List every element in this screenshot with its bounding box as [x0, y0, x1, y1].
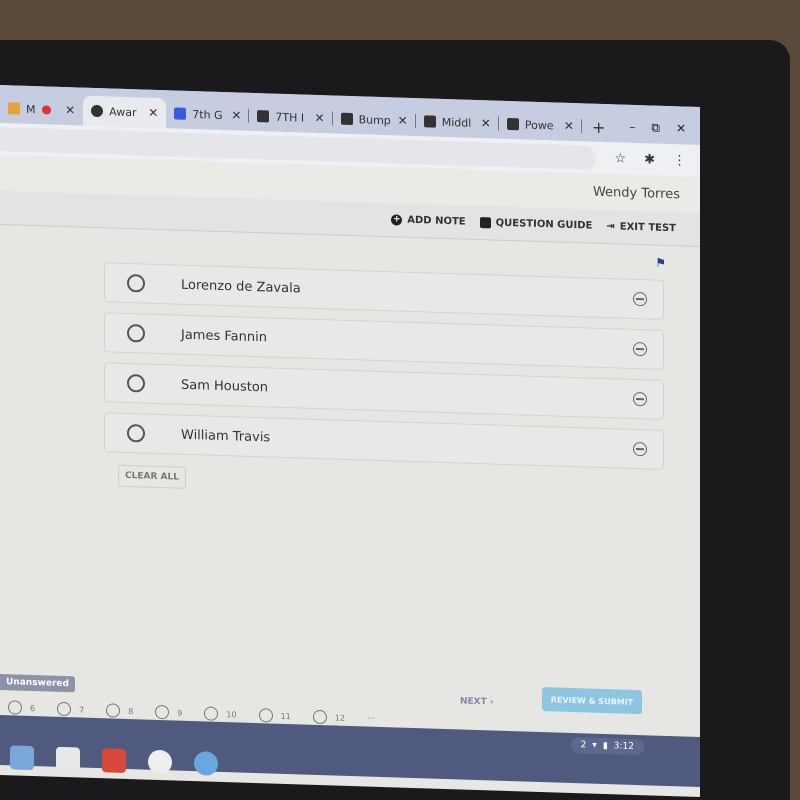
close-icon[interactable]: ✕: [315, 111, 325, 125]
radio-button[interactable]: [127, 323, 145, 343]
youtube-icon[interactable]: [102, 748, 126, 773]
tab-awards[interactable]: Awar ✕: [83, 95, 167, 129]
question-11[interactable]: 11: [258, 708, 291, 723]
settings-icon[interactable]: [194, 751, 218, 776]
question-6[interactable]: 6: [8, 700, 35, 715]
eliminate-icon[interactable]: [633, 391, 647, 407]
radio-button[interactable]: [127, 423, 145, 443]
close-icon[interactable]: ✕: [481, 116, 491, 130]
close-window-button[interactable]: ✕: [676, 121, 686, 136]
tab-7th-g[interactable]: 7th G ✕: [166, 98, 250, 131]
close-icon[interactable]: ✕: [65, 103, 75, 117]
clear-all-button[interactable]: CLEAR ALL: [118, 464, 186, 489]
gmail-app-icon[interactable]: [56, 746, 80, 772]
answer-option[interactable]: James Fannin: [104, 312, 664, 370]
restore-button[interactable]: ⧉: [651, 120, 660, 135]
add-note-button[interactable]: + ADD NOTE: [391, 214, 466, 228]
radio-button[interactable]: [127, 273, 145, 293]
review-submit-button[interactable]: REVIEW & SUBMIT: [542, 687, 642, 715]
wifi-icon: ▾: [592, 740, 597, 751]
next-button[interactable]: NEXT ›: [460, 696, 494, 707]
tab-7th-i[interactable]: 7TH I ✕: [249, 101, 333, 134]
question-12[interactable]: 12: [312, 709, 345, 725]
answer-options: Lorenzo de Zavala James Fannin Sam Houst…: [0, 259, 700, 471]
unanswered-tooltip: Unanswered: [0, 674, 75, 693]
tab-powe[interactable]: Powe ✕: [499, 109, 582, 142]
question-8[interactable]: 8: [106, 703, 133, 718]
plus-icon: +: [391, 214, 403, 226]
notification-count: 2: [580, 740, 587, 751]
tab-bump[interactable]: Bump ✕: [333, 103, 416, 136]
close-icon[interactable]: ✕: [148, 106, 158, 120]
status-tray[interactable]: 2 ▾ ▮ 3:12: [570, 736, 644, 756]
classroom-icon: [340, 112, 353, 126]
battery-icon: ▮: [602, 740, 608, 752]
answer-option[interactable]: Sam Houston: [104, 362, 664, 420]
tab-middl[interactable]: Middl ✕: [416, 106, 499, 139]
flag-icon[interactable]: ⚑: [655, 256, 666, 270]
close-icon[interactable]: ✕: [231, 108, 241, 122]
star-icon[interactable]: ☆: [614, 151, 626, 166]
guide-icon: [479, 217, 491, 229]
screen: M ✕ Awar ✕ 7th G ✕ 7TH I ✕ Bump ✕ Middl ✕ Powe…: [0, 85, 700, 797]
classroom-icon: [506, 117, 519, 131]
user-name: Wendy Torres: [592, 184, 680, 202]
eliminate-icon[interactable]: [633, 441, 647, 457]
eliminate-icon[interactable]: [633, 341, 647, 357]
question-guide-button[interactable]: QUESTION GUIDE: [479, 217, 592, 232]
close-icon[interactable]: ✕: [564, 119, 574, 133]
exit-test-button[interactable]: ⇥ EXIT TEST: [606, 221, 676, 234]
classroom-icon: [423, 115, 436, 128]
gmail-icon: [8, 102, 20, 115]
minimize-button[interactable]: –: [629, 120, 635, 135]
menu-icon[interactable]: ⋮: [673, 153, 686, 168]
classroom-icon: [174, 107, 187, 120]
recording-icon: [41, 104, 51, 115]
app-icon[interactable]: [10, 745, 34, 771]
more-questions[interactable]: ...: [367, 712, 375, 726]
classroom-icon: [257, 110, 270, 123]
exit-icon: ⇥: [606, 221, 615, 233]
answer-option[interactable]: William Travis: [104, 412, 664, 470]
extensions-icon[interactable]: ✱: [644, 152, 655, 167]
clock: 3:12: [613, 741, 634, 752]
eliminate-icon[interactable]: [633, 291, 647, 307]
question-7[interactable]: 7: [57, 701, 84, 717]
play-store-icon[interactable]: [148, 749, 172, 775]
radio-button[interactable]: [127, 373, 145, 393]
globe-icon: [91, 104, 104, 118]
close-icon[interactable]: ✕: [398, 113, 408, 127]
tab-gmail[interactable]: M ✕: [0, 93, 83, 126]
question-9[interactable]: 9: [155, 704, 182, 720]
question-10[interactable]: 10: [204, 706, 237, 721]
new-tab-button[interactable]: +: [582, 111, 615, 142]
